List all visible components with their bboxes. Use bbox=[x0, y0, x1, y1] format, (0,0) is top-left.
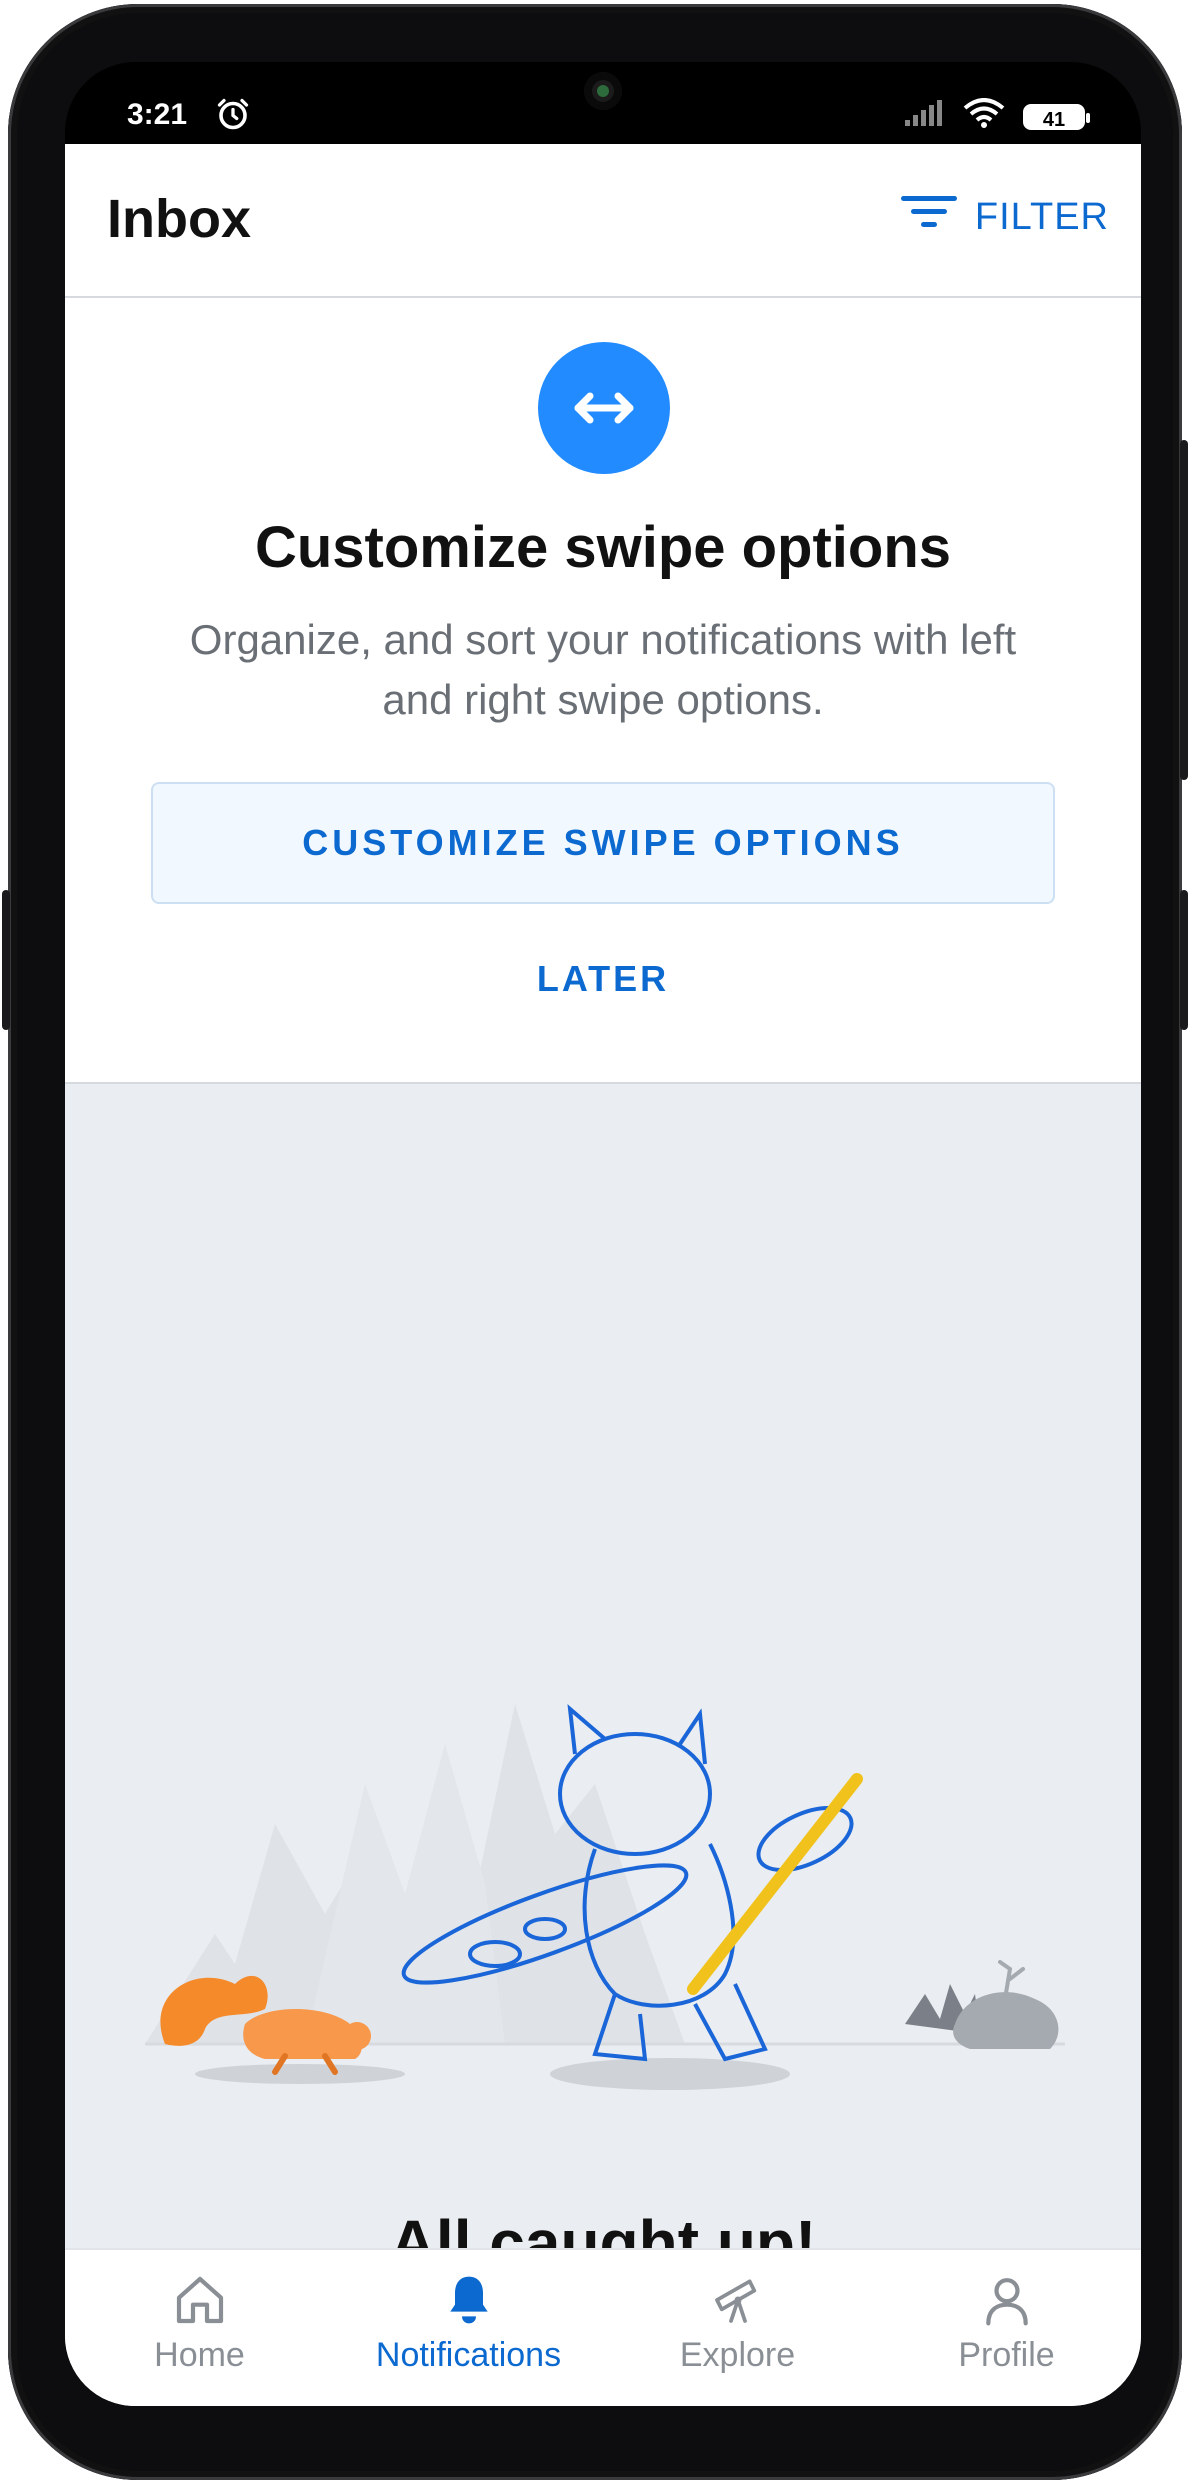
wifi-icon bbox=[963, 98, 1005, 136]
page-title: Inbox bbox=[107, 189, 251, 249]
bottom-tab-bar: Home Notifications Explore Profile bbox=[65, 2248, 1141, 2406]
app-content: Inbox FILTER Customize swipe options Org… bbox=[65, 144, 1141, 2406]
empty-state-illustration bbox=[125, 1664, 1085, 2094]
tab-notifications-label: Notifications bbox=[375, 2336, 562, 2374]
telescope-icon bbox=[714, 2279, 756, 2323]
card-description: Organize, and sort your notifications wi… bbox=[189, 616, 1017, 723]
swap-arrows-icon bbox=[538, 342, 670, 474]
tab-home-label: Home bbox=[154, 2336, 245, 2374]
tab-home[interactable]: Home bbox=[65, 2250, 334, 2406]
status-bar: 3:21 41 bbox=[65, 62, 1141, 144]
app-header: Inbox FILTER bbox=[65, 144, 1141, 298]
person-icon bbox=[985, 2278, 1028, 2326]
side-button bbox=[1180, 890, 1188, 1030]
later-button[interactable]: LATER bbox=[503, 958, 703, 1018]
screen: 3:21 41 Inbox FILTER Customize swipe opt… bbox=[65, 62, 1141, 2406]
phone-frame: 3:21 41 Inbox FILTER Customize swipe opt… bbox=[2, 4, 1188, 2480]
tab-explore[interactable]: Explore bbox=[603, 2250, 872, 2406]
tab-profile[interactable]: Profile bbox=[872, 2250, 1141, 2406]
volume-button bbox=[1180, 440, 1188, 780]
card-title: Customize swipe options bbox=[254, 515, 952, 580]
filter-button[interactable]: FILTER bbox=[900, 194, 1109, 240]
signal-icon bbox=[905, 100, 945, 134]
tab-explore-label: Explore bbox=[679, 2336, 796, 2374]
swipe-options-card: Customize swipe options Organize, and so… bbox=[65, 298, 1141, 1084]
alarm-icon bbox=[215, 96, 251, 140]
filter-icon bbox=[900, 194, 957, 240]
tab-notifications[interactable]: Notifications bbox=[334, 2250, 603, 2406]
status-time: 3:21 bbox=[127, 98, 188, 131]
filter-label: FILTER bbox=[974, 195, 1109, 238]
home-icon bbox=[176, 2276, 223, 2324]
power-button bbox=[2, 890, 10, 1030]
customize-swipe-button[interactable]: CUSTOMIZE SWIPE OPTIONS bbox=[151, 782, 1055, 904]
battery-indicator: 41 bbox=[1023, 104, 1090, 131]
front-camera bbox=[584, 72, 622, 110]
tab-profile-label: Profile bbox=[958, 2336, 1055, 2374]
bell-icon bbox=[449, 2276, 488, 2324]
